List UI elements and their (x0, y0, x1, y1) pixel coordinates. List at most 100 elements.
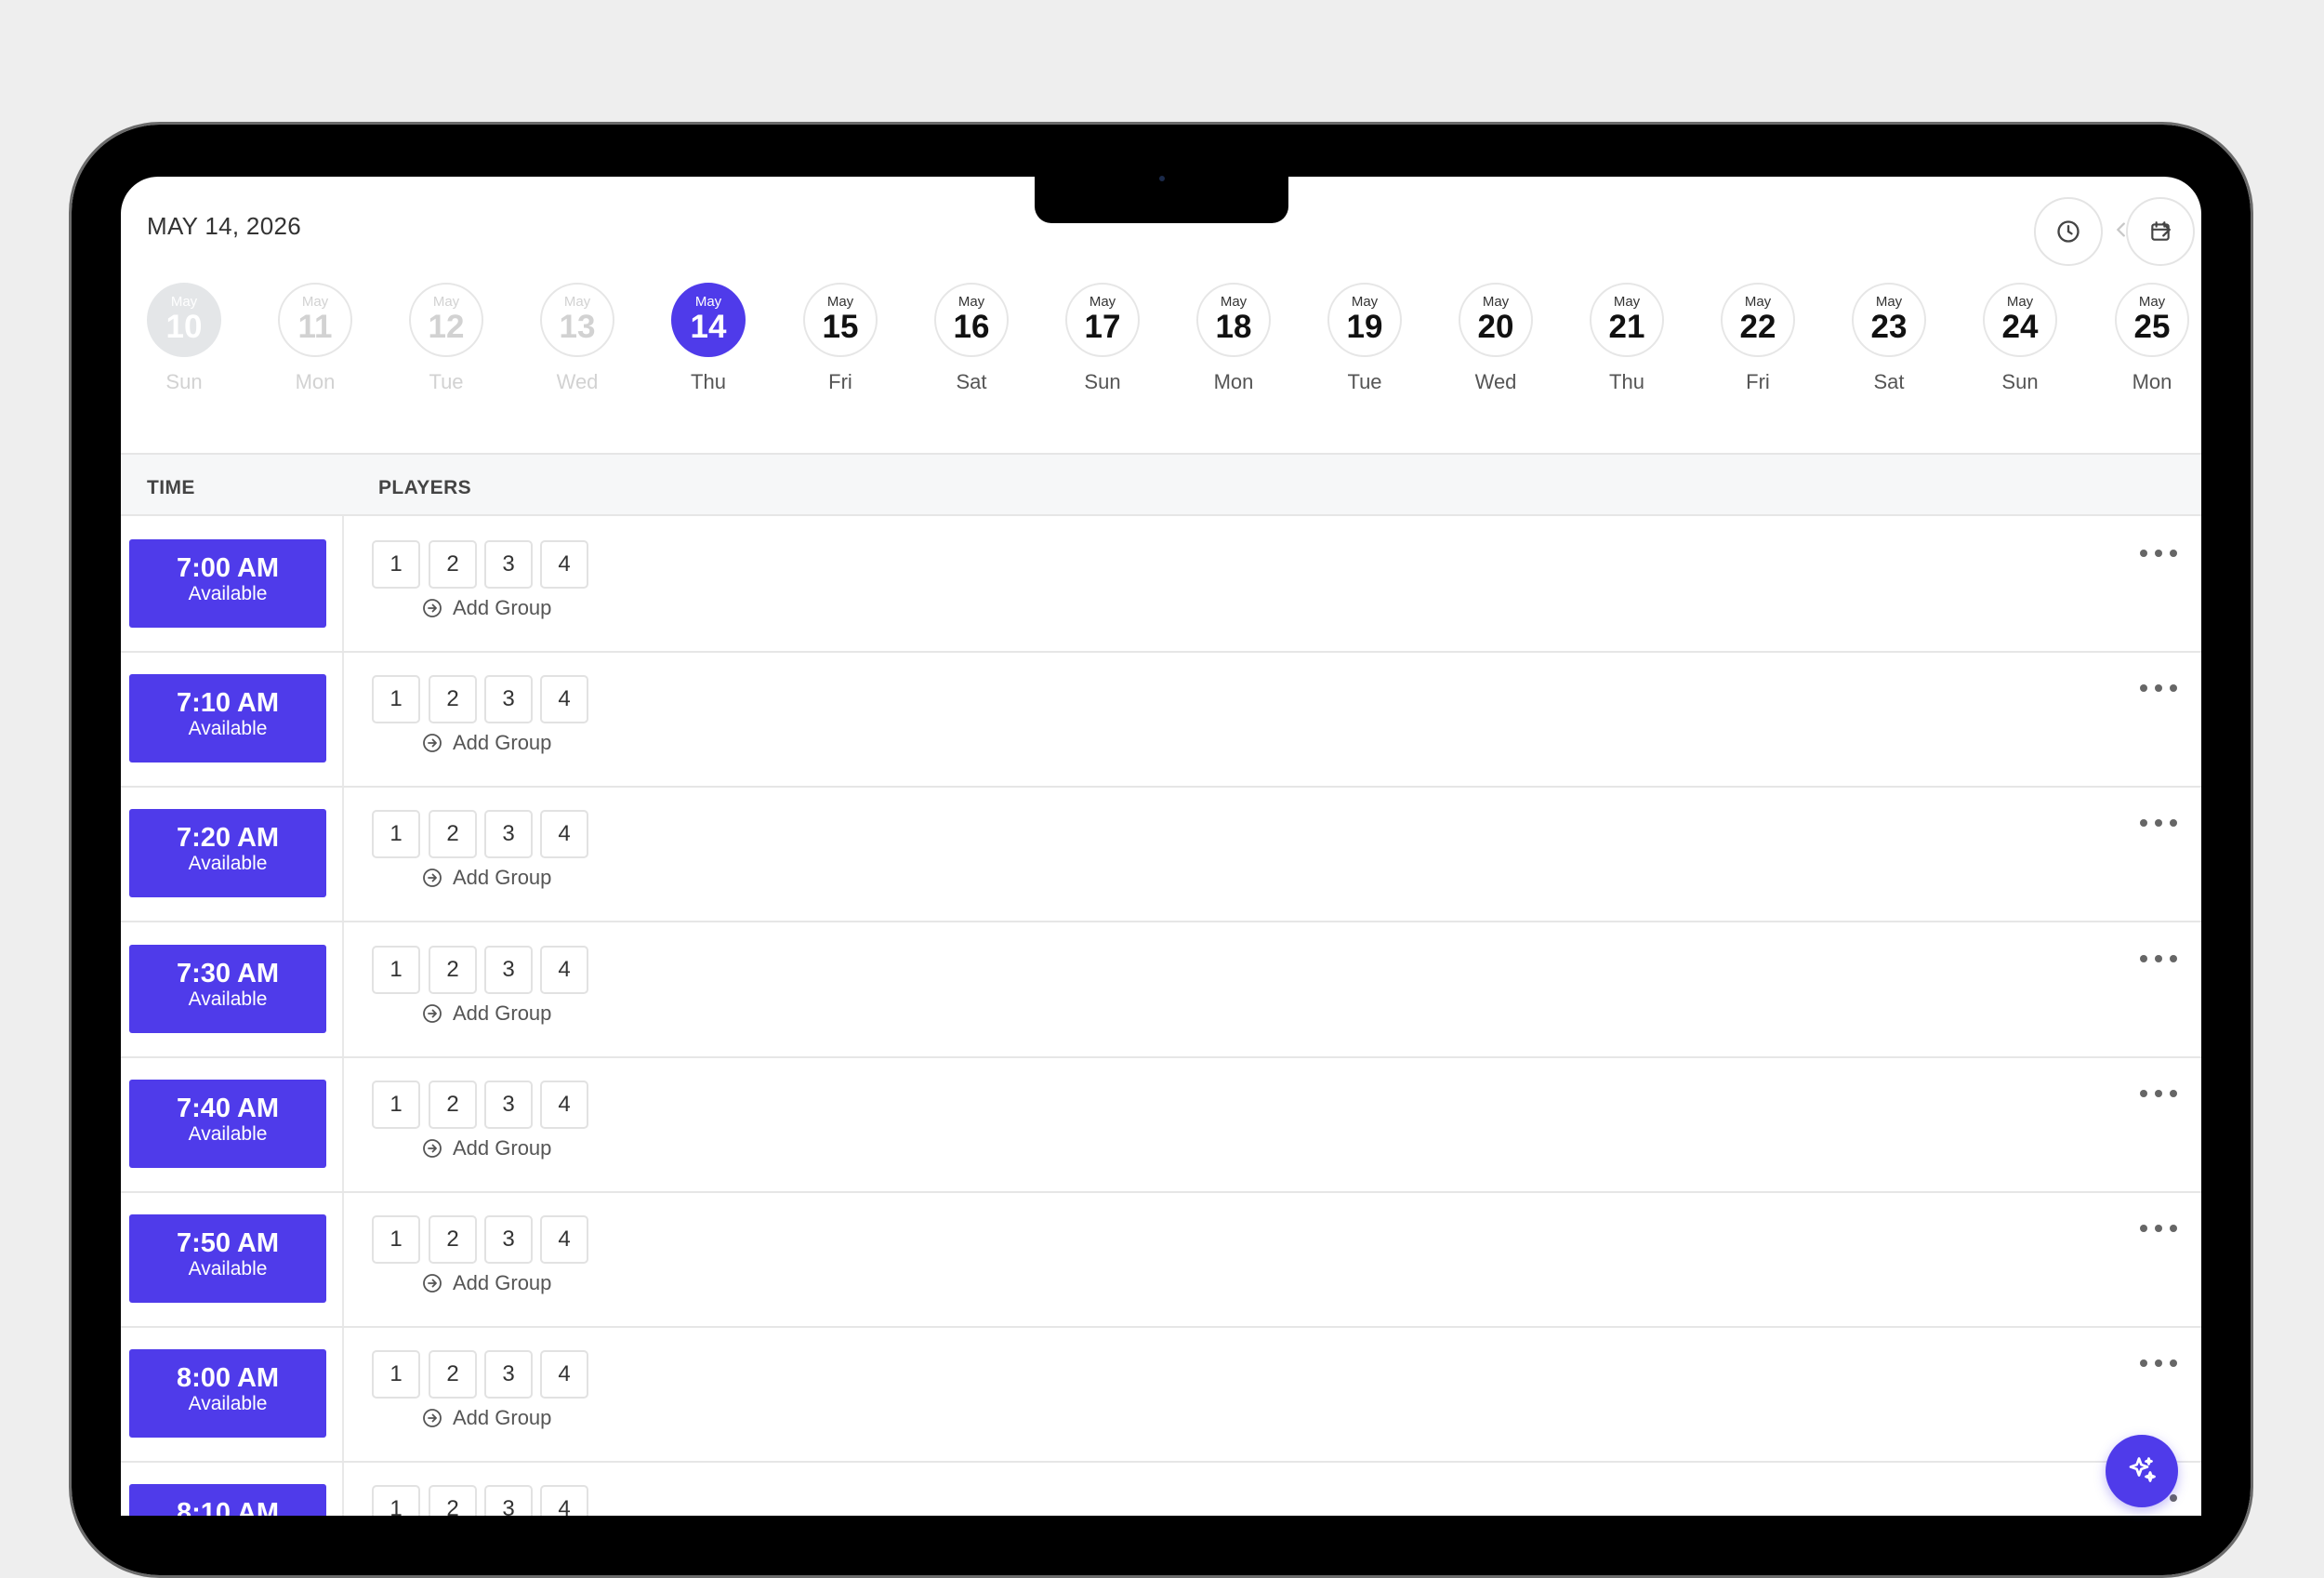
more-options-button[interactable] (2140, 951, 2177, 966)
player-count-button[interactable]: 2 (429, 1081, 477, 1129)
date-number: 20 (1477, 309, 1514, 345)
player-count-button[interactable]: 1 (372, 1215, 420, 1264)
date-circle: May 15 (803, 283, 878, 357)
tee-time-row: 8:10 AMAvailable1234Add Group (121, 1463, 2201, 1516)
player-count-button[interactable]: 2 (429, 1350, 477, 1399)
time-slot-button[interactable]: 7:00 AM Available (129, 539, 326, 628)
player-count-button[interactable]: 2 (429, 675, 477, 723)
player-count-button[interactable]: 1 (372, 946, 420, 994)
add-group-button[interactable]: Add Group (421, 1269, 551, 1297)
player-count-button[interactable]: 4 (540, 1215, 588, 1264)
player-count-button[interactable]: 4 (540, 540, 588, 589)
ai-assistant-button[interactable] (2106, 1435, 2178, 1507)
time-slot-button[interactable]: 8:10 AMAvailable (129, 1484, 326, 1516)
arrow-circle-right-icon (423, 869, 442, 887)
player-count-button[interactable]: 3 (484, 675, 533, 723)
date-number: 19 (1346, 309, 1383, 345)
more-options-button[interactable] (2140, 1086, 2177, 1101)
player-count-button[interactable]: 4 (540, 1350, 588, 1399)
player-count-button[interactable]: 2 (429, 810, 477, 858)
more-dot-icon (2170, 550, 2177, 557)
add-group-button[interactable]: Add Group (421, 594, 551, 622)
player-count-button[interactable]: 1 (372, 1350, 420, 1399)
time-slot-button[interactable]: 7:10 AM Available (129, 674, 326, 762)
player-count-button[interactable]: 4 (540, 1485, 588, 1516)
more-options-button[interactable] (2140, 1221, 2177, 1236)
date-option[interactable]: May 23 Sat (1850, 283, 1928, 413)
add-group-button[interactable]: Add Group (421, 1000, 551, 1028)
add-group-button[interactable]: Add Group (421, 729, 551, 757)
player-count-button[interactable]: 1 (372, 1485, 420, 1516)
date-option[interactable]: May 14 Thu (669, 283, 747, 413)
player-count-button[interactable]: 3 (484, 946, 533, 994)
player-count-button[interactable]: 3 (484, 1081, 533, 1129)
date-option[interactable]: May 24 Sun (1981, 283, 2059, 413)
chevron-right-icon (2162, 222, 2172, 237)
player-count-button[interactable]: 4 (540, 810, 588, 858)
more-dot-icon (2155, 1359, 2162, 1367)
player-count-button[interactable]: 2 (429, 1215, 477, 1264)
more-options-button[interactable] (2140, 816, 2177, 830)
app-screen: MAY 14, 2026 May 10 Sun May 11 Mon May 12 Tue May… (121, 177, 2201, 1516)
date-option[interactable]: May 25 Mon (2113, 283, 2191, 413)
date-option[interactable]: May 17 Sun (1063, 283, 1142, 413)
player-count-button[interactable]: 4 (540, 1081, 588, 1129)
more-dot-icon (2155, 684, 2162, 692)
add-group-button[interactable]: Add Group (421, 1134, 551, 1162)
player-count-button[interactable]: 2 (429, 946, 477, 994)
player-count-button[interactable]: 1 (372, 810, 420, 858)
player-count-button[interactable]: 3 (484, 810, 533, 858)
prev-dates-button[interactable] (2103, 211, 2140, 248)
next-dates-button[interactable] (2147, 211, 2185, 248)
date-circle: May 23 (1852, 283, 1926, 357)
date-option[interactable]: May 20 Wed (1457, 283, 1535, 413)
player-count-button[interactable]: 2 (429, 1485, 477, 1516)
time-slot-button[interactable]: 7:40 AM Available (129, 1080, 326, 1168)
time-slot-button[interactable]: 7:50 AM Available (129, 1214, 326, 1303)
date-weekday: Fri (828, 370, 852, 393)
slot-status: Available (188, 583, 268, 604)
player-count-button[interactable]: 3 (484, 1485, 533, 1516)
date-option[interactable]: May 10 Sun (145, 283, 223, 413)
slot-time: 8:00 AM (176, 1363, 280, 1393)
player-count-button[interactable]: 1 (372, 675, 420, 723)
slot-time: 7:10 AM (176, 688, 280, 718)
date-option[interactable]: May 15 Fri (801, 283, 879, 413)
more-options-button[interactable] (2140, 546, 2177, 561)
date-option[interactable]: May 13 Wed (538, 283, 616, 413)
camera-notch (1035, 177, 1288, 223)
add-group-button[interactable]: Add Group (421, 1404, 551, 1432)
date-month: May (1089, 294, 1116, 310)
player-count-button[interactable]: 3 (484, 540, 533, 589)
date-month: May (2006, 294, 2034, 310)
player-count-button[interactable]: 4 (540, 675, 588, 723)
date-month: May (1482, 294, 1510, 310)
more-dot-icon (2140, 1090, 2147, 1097)
date-number: 22 (1739, 309, 1776, 345)
player-count-button[interactable]: 3 (484, 1215, 533, 1264)
player-count-button[interactable]: 1 (372, 540, 420, 589)
player-count-button[interactable]: 2 (429, 540, 477, 589)
add-group-button[interactable]: Add Group (421, 864, 551, 892)
date-option[interactable]: May 19 Tue (1326, 283, 1404, 413)
tee-time-row: 7:20 AM Available 1 2 3 4 Add Group (121, 788, 2201, 922)
more-options-button[interactable] (2140, 1356, 2177, 1371)
time-picker-button[interactable] (2034, 197, 2103, 266)
date-weekday: Mon (1213, 370, 1254, 393)
arrow-circle-right-icon (423, 599, 442, 617)
date-option[interactable]: May 16 Sat (932, 283, 1010, 413)
date-option[interactable]: May 21 Thu (1588, 283, 1666, 413)
date-option[interactable]: May 11 Mon (276, 283, 354, 413)
date-circle: May 24 (1983, 283, 2057, 357)
date-month: May (1220, 294, 1248, 310)
date-option[interactable]: May 12 Tue (407, 283, 485, 413)
player-count-button[interactable]: 3 (484, 1350, 533, 1399)
time-slot-button[interactable]: 7:20 AM Available (129, 809, 326, 897)
date-option[interactable]: May 22 Fri (1719, 283, 1797, 413)
player-count-button[interactable]: 4 (540, 946, 588, 994)
time-slot-button[interactable]: 8:00 AM Available (129, 1349, 326, 1438)
date-option[interactable]: May 18 Mon (1195, 283, 1273, 413)
more-options-button[interactable] (2140, 681, 2177, 696)
player-count-button[interactable]: 1 (372, 1081, 420, 1129)
time-slot-button[interactable]: 7:30 AM Available (129, 945, 326, 1033)
